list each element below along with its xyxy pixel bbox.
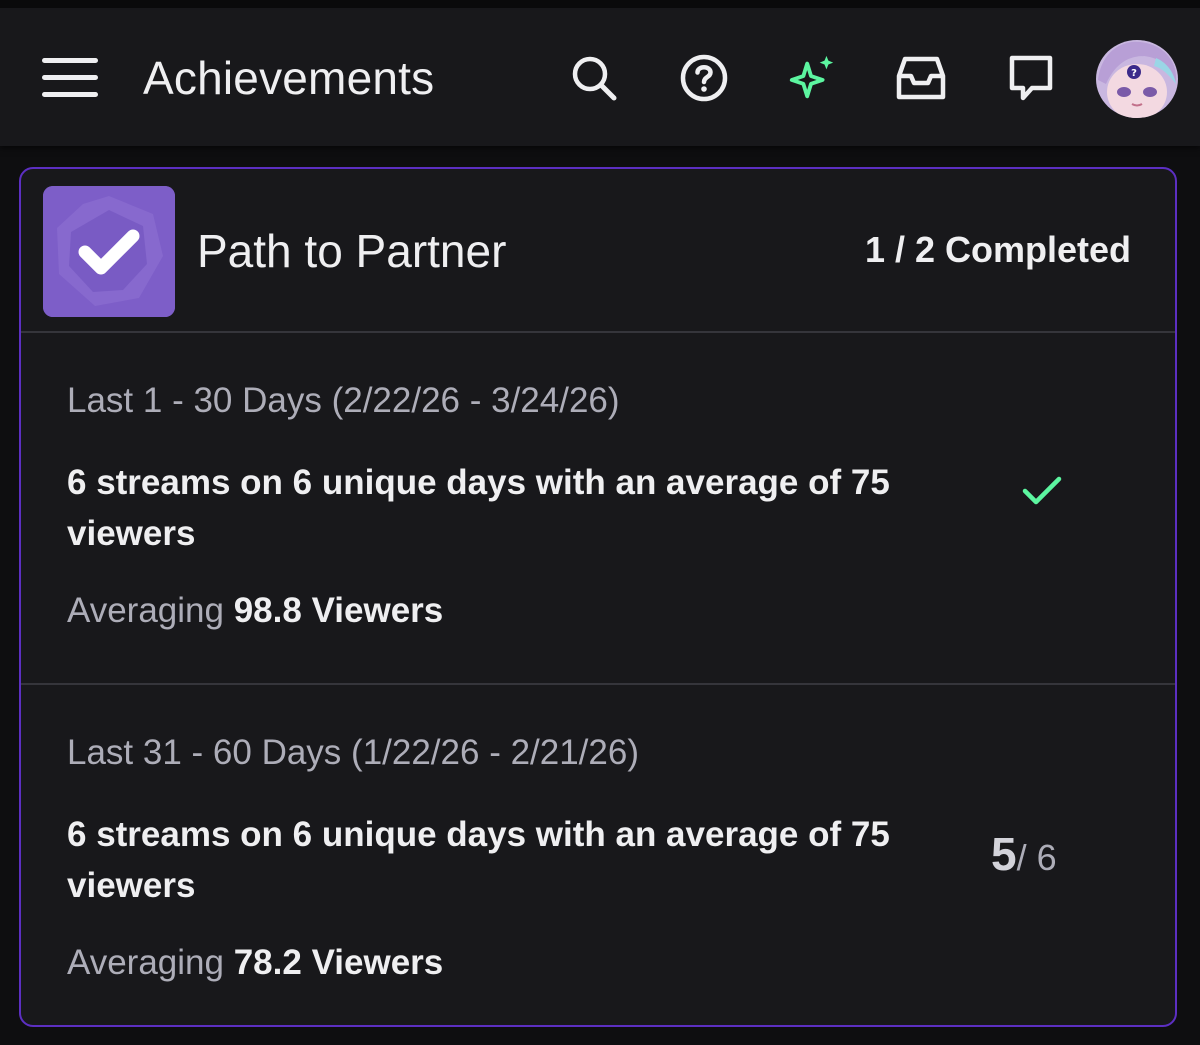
check-icon: [1019, 467, 1065, 513]
requirement-section: Last 1 - 30 Days (2/22/26 - 3/24/26) 6 s…: [21, 333, 1175, 685]
card-title: Path to Partner: [197, 225, 507, 277]
stream-count-total: / 6: [1016, 837, 1057, 878]
card-header[interactable]: Path to Partner 1 / 2 Completed: [21, 169, 1175, 333]
achievement-card: Path to Partner 1 / 2 Completed Last 1 -…: [19, 167, 1177, 1027]
achievement-badge-icon: [43, 186, 175, 317]
top-nav-bar: Achievements ?: [0, 0, 1200, 146]
averaging-value: 78.2 Viewers: [233, 943, 444, 982]
status-bar-strip: [0, 0, 1200, 8]
help-icon[interactable]: [678, 52, 730, 104]
requirement-text: 6 streams on 6 unique days with an avera…: [67, 815, 890, 905]
stream-count-current: 5: [991, 828, 1017, 880]
sparkle-icon[interactable]: [786, 52, 838, 104]
svg-text:?: ?: [1131, 68, 1137, 79]
avatar[interactable]: ?: [1096, 40, 1178, 118]
page-title: Achievements: [143, 52, 435, 104]
averaging-text: Averaging 98.8 Viewers: [67, 589, 443, 633]
averaging-label: Averaging: [67, 943, 224, 982]
requirement-text: 6 streams on 6 unique days with an avera…: [67, 463, 890, 553]
requirement-section: Last 31 - 60 Days (1/22/26 - 2/21/26) 6 …: [21, 685, 1175, 1045]
averaging-text: Averaging 78.2 Viewers: [67, 941, 443, 985]
stream-count: 5/ 6: [991, 831, 1057, 881]
averaging-value: 98.8 Viewers: [233, 591, 444, 630]
search-icon[interactable]: [568, 52, 620, 104]
period-label: Last 31 - 60 Days (1/22/26 - 2/21/26): [67, 733, 639, 772]
whispers-icon[interactable]: [1005, 52, 1057, 104]
menu-icon[interactable]: [42, 56, 100, 100]
averaging-label: Averaging: [67, 591, 224, 630]
period-label: Last 1 - 30 Days (2/22/26 - 3/24/26): [67, 381, 620, 420]
inbox-icon[interactable]: [895, 52, 947, 104]
completion-progress: 1 / 2 Completed: [864, 229, 1131, 270]
